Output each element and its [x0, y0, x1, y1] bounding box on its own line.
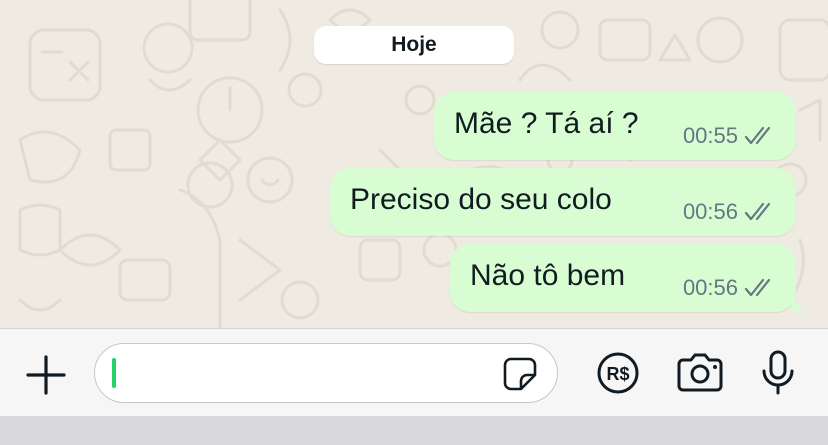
message-meta: 00:55: [683, 123, 778, 149]
message-text: Não tô bem: [470, 259, 626, 292]
outgoing-message[interactable]: Preciso do seu colo 00:56: [330, 168, 796, 236]
message-time: 00:55: [682, 123, 738, 148]
camera-icon[interactable]: [674, 347, 726, 399]
text-caret: [112, 358, 116, 388]
outgoing-message[interactable]: Não tô bem 00:56: [450, 244, 806, 312]
message-input[interactable]: [117, 352, 491, 396]
message-time: 00:56: [682, 275, 738, 300]
microphone-icon[interactable]: [752, 347, 804, 399]
sticker-icon[interactable]: [503, 357, 537, 391]
chat-area[interactable]: Hoje Mãe ? Tá aí ? 00:55 Preciso do seu …: [0, 0, 828, 328]
message-input-field[interactable]: [94, 343, 558, 403]
read-double-check-icon: [744, 126, 778, 146]
bottom-strip: [0, 416, 828, 445]
date-separator: Hoje: [314, 26, 514, 64]
payment-label: R$: [606, 364, 629, 384]
message-meta: 00:56: [683, 199, 778, 225]
message-composer: R$: [0, 328, 828, 416]
message-meta: 00:56: [683, 275, 778, 301]
read-double-check-icon: [744, 278, 778, 298]
message-text: Preciso do seu colo: [350, 183, 612, 216]
payment-rs-icon[interactable]: R$: [592, 347, 644, 399]
plus-icon[interactable]: [22, 351, 70, 399]
outgoing-message[interactable]: Mãe ? Tá aí ? 00:55: [434, 92, 796, 160]
message-text: Mãe ? Tá aí ?: [454, 107, 639, 140]
read-double-check-icon: [744, 202, 778, 222]
message-time: 00:56: [682, 199, 738, 224]
